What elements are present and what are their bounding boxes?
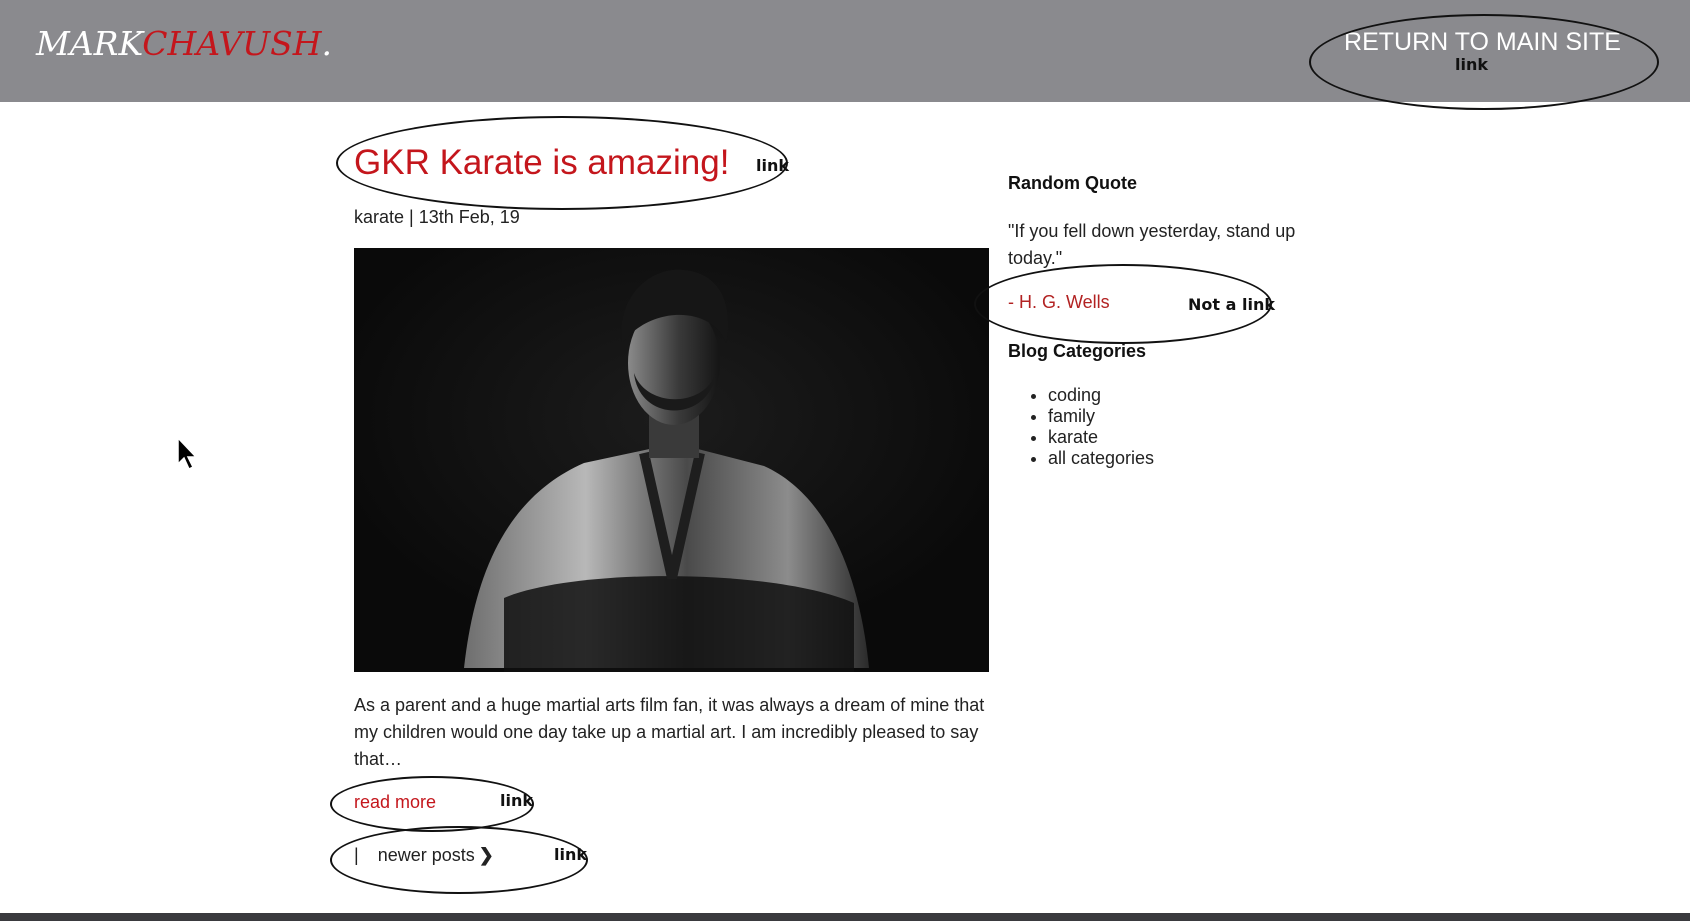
logo-first-name: MARK: [36, 24, 143, 63]
quote-text: "If you fell down yesterday, stand up to…: [1008, 221, 1296, 268]
category-item: family: [1048, 406, 1154, 427]
logo-last-name: CHAVUSH: [142, 24, 322, 63]
pagination: | newer posts ❯: [354, 845, 494, 866]
quote-author-annotation-label: Not a link: [1188, 295, 1275, 314]
blog-categories-heading: Blog Categories: [1008, 341, 1147, 361]
newer-posts-link[interactable]: newer posts ❯: [378, 845, 494, 865]
logo-dot: .: [321, 24, 333, 63]
category-item: all categories: [1048, 448, 1154, 469]
category-link-coding[interactable]: coding: [1048, 385, 1101, 405]
chevron-right-icon: ❯: [478, 845, 494, 865]
post-excerpt: As a parent and a huge martial arts film…: [354, 695, 985, 769]
karate-portrait-image: [354, 248, 989, 672]
pagination-separator: |: [354, 845, 359, 865]
site-header: MARKCHAVUSH. RETURN TO MAIN SITE: [0, 0, 1690, 102]
newer-posts-label: newer posts: [377, 845, 475, 865]
quote-author: - H. G. Wells: [1008, 292, 1110, 312]
category-link-all[interactable]: all categories: [1048, 448, 1154, 468]
category-item: coding: [1048, 385, 1154, 406]
category-link-karate[interactable]: karate: [1048, 427, 1098, 447]
return-to-main-site-link[interactable]: RETURN TO MAIN SITE: [1330, 28, 1635, 57]
title-annotation-label: link: [756, 156, 789, 175]
post-meta: karate | 13th Feb, 19: [354, 207, 520, 227]
site-footer: [0, 913, 1690, 921]
read-more-annotation-label: link: [500, 791, 533, 810]
random-quote-heading: Random Quote: [1008, 173, 1137, 193]
category-link-family[interactable]: family: [1048, 406, 1095, 426]
category-list: coding family karate all categories: [1008, 385, 1154, 469]
mouse-cursor-icon: [177, 436, 198, 471]
post-title-link[interactable]: GKR Karate is amazing!: [354, 143, 729, 183]
site-logo[interactable]: MARKCHAVUSH.: [36, 24, 332, 63]
newer-posts-annotation-label: link: [554, 845, 587, 864]
return-link-annotation-label: link: [1455, 55, 1488, 74]
post-image: [354, 248, 989, 672]
category-item: karate: [1048, 427, 1154, 448]
read-more-link[interactable]: read more: [354, 792, 436, 813]
